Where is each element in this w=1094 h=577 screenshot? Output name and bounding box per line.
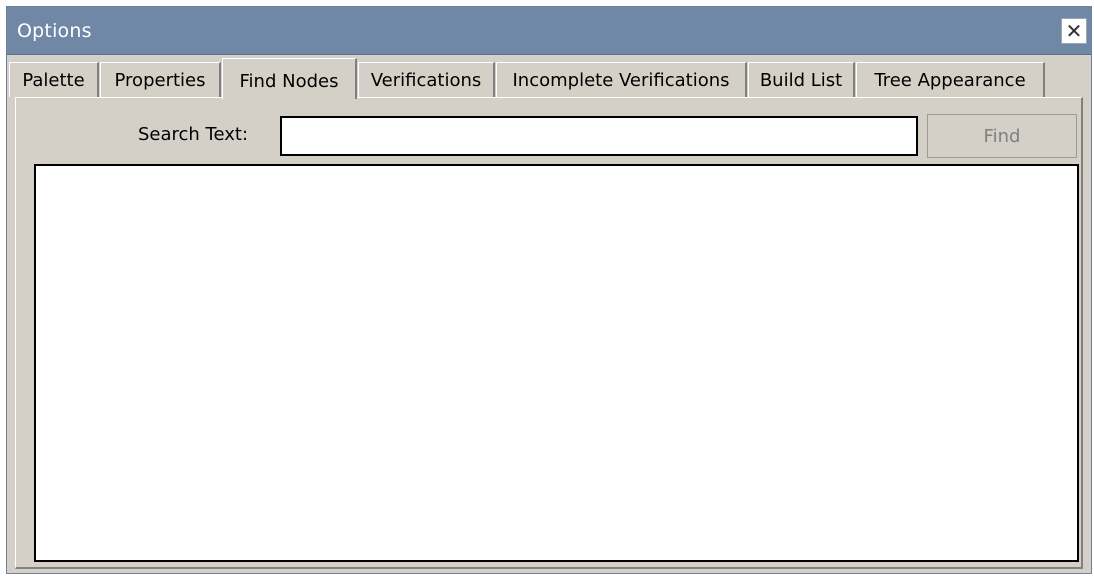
- search-input[interactable]: [280, 116, 918, 156]
- tab-build-list[interactable]: Build List: [748, 62, 855, 97]
- search-results-list[interactable]: [34, 164, 1079, 562]
- close-button[interactable]: ✕: [1061, 18, 1087, 44]
- title-bar[interactable]: Options ✕: [7, 7, 1091, 55]
- tab-label: Verifications: [370, 69, 482, 91]
- tab-properties[interactable]: Properties: [100, 62, 221, 97]
- tab-label: Palette: [22, 69, 85, 91]
- tab-label: Properties: [114, 69, 206, 91]
- tab-label: Find Nodes: [239, 70, 339, 92]
- tab-palette[interactable]: Palette: [9, 62, 99, 97]
- options-dialog: Options ✕ Palette Properties Find Nodes …: [6, 6, 1092, 574]
- tab-label: Tree Appearance: [874, 69, 1026, 91]
- tab-label: Incomplete Verifications: [512, 69, 730, 91]
- tab-label: Build List: [759, 69, 843, 91]
- tab-incomplete-verifications[interactable]: Incomplete Verifications: [496, 62, 747, 97]
- close-icon: ✕: [1065, 19, 1083, 43]
- find-button[interactable]: Find: [927, 114, 1077, 158]
- tab-tree-appearance[interactable]: Tree Appearance: [856, 62, 1045, 97]
- find-nodes-panel: Search Text: Find: [15, 97, 1083, 569]
- tab-verifications[interactable]: Verifications: [358, 62, 495, 97]
- tab-find-nodes[interactable]: Find Nodes: [222, 58, 357, 99]
- search-text-label: Search Text:: [138, 124, 249, 145]
- tab-strip: Palette Properties Find Nodes Verificati…: [9, 58, 1089, 99]
- window-title: Options: [17, 20, 92, 42]
